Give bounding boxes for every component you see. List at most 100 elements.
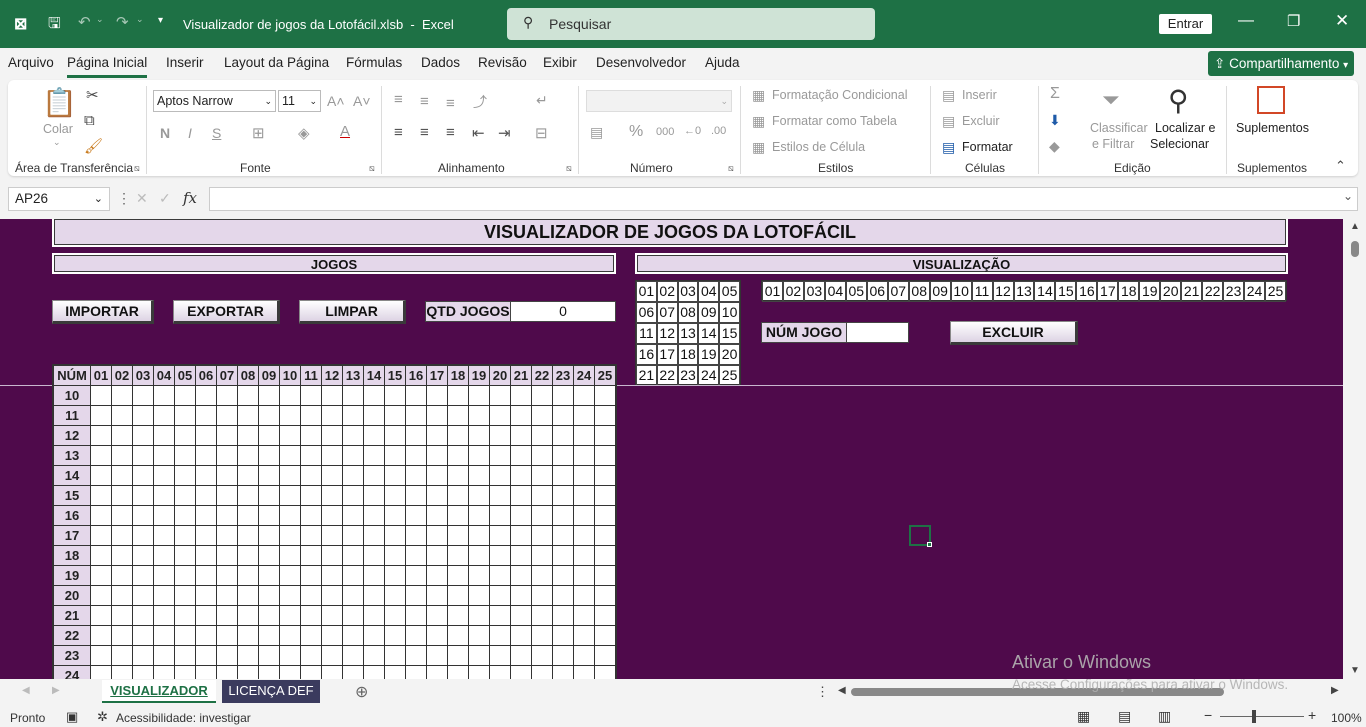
table-cell[interactable] — [384, 505, 406, 526]
table-cell[interactable] — [279, 625, 301, 646]
insert-function-icon[interactable]: fx — [183, 189, 197, 207]
borders-icon[interactable]: ⊞ — [252, 124, 265, 142]
page-break-view-icon[interactable]: ▥ — [1158, 708, 1171, 725]
align-bottom-icon[interactable]: ≡ — [446, 95, 455, 112]
table-cell[interactable] — [258, 525, 280, 546]
table-cell[interactable] — [594, 665, 616, 679]
table-cell[interactable] — [510, 425, 532, 446]
table-cell[interactable] — [447, 525, 469, 546]
table-cell[interactable] — [573, 385, 595, 406]
table-cell[interactable] — [552, 625, 574, 646]
table-cell[interactable] — [510, 625, 532, 646]
tab-scroll-left-icon[interactable]: ◀ — [22, 685, 30, 696]
merge-center-icon[interactable]: ⊟ — [535, 124, 548, 142]
table-cell[interactable] — [90, 465, 112, 486]
table-cell[interactable] — [216, 445, 238, 466]
table-cell[interactable] — [237, 465, 259, 486]
customize-toolbar-icon[interactable]: ▾ — [158, 15, 163, 26]
decrease-decimal-icon[interactable]: .00 — [711, 125, 726, 137]
tab-inserir[interactable]: Inserir — [166, 55, 204, 70]
collapse-ribbon-icon[interactable]: ⌃ — [1335, 158, 1346, 174]
table-cell[interactable] — [405, 605, 427, 626]
paste-chevron-icon[interactable]: ⌄ — [53, 137, 61, 148]
table-cell[interactable] — [153, 545, 175, 566]
table-cell[interactable] — [132, 425, 154, 446]
font-launcher-icon[interactable]: ⧅ — [369, 163, 375, 174]
table-cell[interactable] — [153, 585, 175, 606]
table-cell[interactable] — [363, 405, 385, 426]
delete-cells-button[interactable]: Excluir — [962, 114, 1000, 128]
fill-color-icon[interactable]: ◈ — [298, 124, 310, 142]
align-center-icon[interactable]: ≡ — [420, 124, 429, 141]
table-cell[interactable] — [216, 565, 238, 586]
table-cell[interactable] — [174, 565, 196, 586]
table-cell[interactable] — [573, 565, 595, 586]
table-cell[interactable] — [342, 545, 364, 566]
table-cell[interactable] — [300, 585, 322, 606]
table-cell[interactable] — [342, 385, 364, 406]
table-cell[interactable] — [321, 665, 343, 679]
qtd-jogos-value[interactable]: 0 — [510, 301, 616, 322]
find-select-label-1[interactable]: Localizar e — [1155, 121, 1215, 135]
table-cell[interactable] — [531, 565, 553, 586]
zoom-slider-thumb[interactable] — [1252, 710, 1256, 723]
autosum-icon[interactable]: Σ — [1050, 85, 1060, 103]
alignment-launcher-icon[interactable]: ⧅ — [566, 163, 572, 174]
table-cell[interactable] — [195, 565, 217, 586]
table-cell[interactable] — [594, 405, 616, 426]
undo-dropdown-icon[interactable]: ⌄ — [96, 14, 104, 25]
table-cell[interactable] — [531, 585, 553, 606]
table-cell[interactable] — [468, 445, 490, 466]
table-cell[interactable] — [342, 505, 364, 526]
table-cell[interactable] — [153, 465, 175, 486]
table-cell[interactable] — [111, 565, 133, 586]
table-cell[interactable] — [468, 665, 490, 679]
table-cell[interactable] — [174, 405, 196, 426]
table-cell[interactable] — [573, 525, 595, 546]
table-cell[interactable] — [489, 545, 511, 566]
table-cell[interactable] — [300, 605, 322, 626]
sort-filter-icon[interactable]: ⏷ — [1102, 87, 1120, 113]
table-cell[interactable] — [594, 645, 616, 666]
table-cell[interactable] — [573, 605, 595, 626]
table-cell[interactable] — [552, 445, 574, 466]
cancel-icon[interactable]: ✕ — [136, 190, 148, 207]
worksheet[interactable]: VISUALIZADOR DE JOGOS DA LOTOFÁCIL JOGOS… — [0, 219, 1343, 679]
table-cell[interactable] — [300, 465, 322, 486]
table-cell[interactable] — [216, 625, 238, 646]
table-cell[interactable] — [405, 665, 427, 679]
table-cell[interactable] — [426, 485, 448, 506]
page-layout-view-icon[interactable]: ▤ — [1118, 708, 1131, 725]
table-cell[interactable] — [258, 625, 280, 646]
table-cell[interactable] — [531, 425, 553, 446]
table-cell[interactable] — [300, 445, 322, 466]
table-cell[interactable] — [573, 625, 595, 646]
table-cell[interactable] — [195, 605, 217, 626]
vertical-scrollbar[interactable]: ▲ ▼ — [1343, 219, 1366, 679]
table-cell[interactable] — [111, 525, 133, 546]
table-cell[interactable] — [216, 545, 238, 566]
table-cell[interactable] — [489, 625, 511, 646]
tab-revisao[interactable]: Revisão — [478, 55, 527, 70]
table-cell[interactable] — [174, 625, 196, 646]
table-cell[interactable] — [405, 625, 427, 646]
table-cell[interactable] — [195, 665, 217, 679]
table-cell[interactable] — [447, 545, 469, 566]
table-cell[interactable] — [426, 645, 448, 666]
table-cell[interactable] — [426, 585, 448, 606]
table-cell[interactable] — [531, 385, 553, 406]
table-cell[interactable] — [90, 485, 112, 506]
table-cell[interactable] — [573, 545, 595, 566]
table-cell[interactable] — [258, 545, 280, 566]
conditional-format-button[interactable]: Formatação Condicional — [772, 88, 908, 102]
table-cell[interactable] — [300, 425, 322, 446]
table-cell[interactable] — [321, 645, 343, 666]
table-cell[interactable] — [174, 645, 196, 666]
table-cell[interactable] — [363, 585, 385, 606]
table-cell[interactable] — [342, 585, 364, 606]
table-cell[interactable] — [174, 465, 196, 486]
table-cell[interactable] — [279, 425, 301, 446]
paste-button[interactable]: Colar — [43, 122, 73, 136]
table-cell[interactable] — [594, 385, 616, 406]
undo-icon[interactable]: ↶ — [78, 13, 91, 31]
